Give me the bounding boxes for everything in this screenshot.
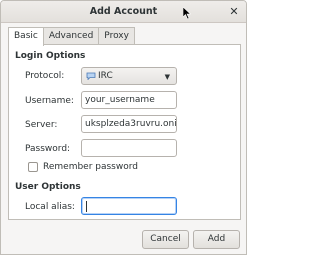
username-input[interactable]: your_username (81, 91, 177, 109)
add-button[interactable]: Add (193, 230, 240, 249)
window-title: Add Account (89, 6, 158, 17)
password-label: Password: (25, 144, 71, 154)
remember-password-checkbox[interactable] (28, 162, 38, 172)
mouse-cursor-icon (183, 7, 191, 19)
tab-bar: Basic Advanced Proxy (8, 27, 135, 46)
username-label: Username: (25, 96, 74, 106)
protocol-select[interactable]: IRC ▼ (81, 67, 177, 85)
server-input[interactable]: uksplzeda3ruvru.onion (81, 115, 177, 133)
password-input[interactable] (81, 139, 177, 157)
close-icon: ✕ (229, 5, 239, 18)
remember-password-label[interactable]: Remember password (43, 162, 138, 172)
user-options-heading: User Options (15, 182, 81, 192)
close-button[interactable]: ✕ (226, 4, 242, 20)
dropdown-arrow-icon: ▼ (164, 73, 170, 81)
local-alias-input[interactable] (81, 197, 177, 215)
add-account-dialog: Add Account ✕ Basic Advanced Proxy Login… (0, 0, 247, 255)
text-caret (86, 201, 87, 212)
protocol-value: IRC (98, 71, 113, 81)
tab-proxy[interactable]: Proxy (98, 27, 135, 45)
tab-basic[interactable]: Basic (8, 27, 44, 46)
cancel-button[interactable]: Cancel (142, 230, 189, 249)
server-label: Server: (25, 120, 58, 130)
protocol-label: Protocol: (25, 71, 65, 81)
tab-advanced[interactable]: Advanced (42, 27, 100, 45)
titlebar[interactable]: Add Account ✕ (1, 1, 246, 23)
irc-protocol-icon (86, 72, 96, 80)
login-options-heading: Login Options (15, 51, 86, 61)
local-alias-label: Local alias: (25, 202, 75, 212)
basic-tab-panel: Login Options Protocol: IRC ▼ Username: … (8, 44, 241, 220)
